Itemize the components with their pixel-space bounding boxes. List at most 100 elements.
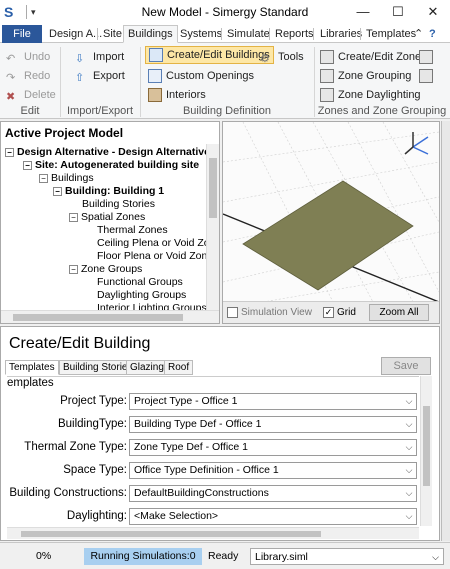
tree-node[interactable]: − Site: Autogenerated building site bbox=[23, 159, 199, 172]
orientation-gizmo-icon[interactable] bbox=[404, 132, 429, 155]
form-row: Space Type: Office Type Definition - Off… bbox=[7, 462, 419, 480]
tree-vertical-scrollbar[interactable] bbox=[206, 144, 219, 310]
gear-icon: ⚙ bbox=[260, 53, 270, 65]
chevron-down-icon[interactable]: ⌵ bbox=[432, 549, 439, 566]
tree-node[interactable]: Building Stories bbox=[82, 198, 155, 211]
zoom-all-button[interactable]: Zoom All bbox=[369, 304, 429, 321]
redo-button[interactable]: ↷ Redo bbox=[6, 67, 50, 85]
subtab-glazing[interactable]: Glazing bbox=[126, 360, 168, 375]
tree-node[interactable]: − Design Alternative - Design Alternative… bbox=[5, 146, 207, 159]
chevron-down-icon[interactable]: ⌵ bbox=[402, 463, 416, 478]
checkbox-checked[interactable]: ✓ bbox=[323, 307, 334, 318]
tree-node[interactable]: Ceiling Plena or Void Zon bbox=[97, 237, 207, 250]
interiors-button[interactable]: Interiors bbox=[148, 86, 206, 104]
project-type-select[interactable]: Project Type - Office 1 ⌵ bbox=[129, 393, 417, 410]
chevron-down-icon[interactable]: ⌵ bbox=[402, 440, 416, 455]
import-button[interactable]: ⇩ Import bbox=[75, 48, 124, 66]
building-constructions-select[interactable]: DefaultBuildingConstructions ⌵ bbox=[129, 485, 417, 502]
export-button[interactable]: ⇧ Export bbox=[75, 67, 125, 85]
create-edit-zones-button[interactable]: Create/Edit Zones bbox=[320, 48, 427, 66]
grid-icon bbox=[419, 50, 433, 64]
scroll-thumb[interactable] bbox=[209, 158, 217, 218]
tab-file[interactable]: File bbox=[2, 25, 42, 43]
tab-reports[interactable]: Reports bbox=[270, 25, 319, 43]
chevron-down-icon[interactable]: ⌵ bbox=[402, 509, 416, 524]
grid-checkbox[interactable]: ✓ Grid bbox=[323, 307, 356, 318]
collapse-icon[interactable]: − bbox=[53, 186, 62, 196]
form-horizontal-scrollbar[interactable] bbox=[7, 527, 419, 539]
tree-node[interactable]: Daylighting Groups bbox=[97, 289, 186, 302]
form-row: Building Constructions: DefaultBuildingC… bbox=[7, 485, 419, 503]
tree-node[interactable]: Floor Plena or Void Zone bbox=[97, 250, 207, 263]
form-row: Daylighting: <Make Selection> ⌵ bbox=[7, 508, 419, 526]
collapse-icon[interactable]: − bbox=[5, 147, 14, 157]
chevron-down-icon[interactable]: ⌵ bbox=[402, 394, 416, 409]
group-separator bbox=[314, 47, 315, 117]
chevron-down-icon[interactable]: ⌵ bbox=[402, 417, 416, 432]
zones-extra-icon-1[interactable] bbox=[419, 48, 437, 66]
help-icon[interactable]: ? bbox=[428, 25, 437, 43]
group-separator bbox=[60, 47, 61, 117]
building-type-select[interactable]: Building Type Def - Office 1 ⌵ bbox=[129, 416, 417, 433]
tab-systems[interactable]: Systems bbox=[175, 25, 227, 43]
running-simulations-status: Running Simulations:0 bbox=[84, 548, 202, 565]
tree-node[interactable]: − Buildings bbox=[39, 172, 94, 185]
scroll-thumb[interactable] bbox=[21, 531, 321, 537]
maximize-icon[interactable]: ☐ bbox=[381, 0, 415, 24]
chevron-down-icon[interactable]: ⌵ bbox=[402, 486, 416, 501]
zone-daylighting-button[interactable]: Zone Daylighting bbox=[320, 86, 421, 104]
field-label: Daylighting: bbox=[66, 510, 127, 522]
library-select[interactable]: Library.siml ⌵ bbox=[250, 548, 444, 565]
custom-openings-button[interactable]: Custom Openings bbox=[148, 67, 254, 85]
undo-button[interactable]: ↶ Undo bbox=[6, 48, 50, 66]
quick-access-dropdown-icon[interactable]: ▾ bbox=[31, 7, 36, 18]
save-button[interactable]: Save bbox=[381, 357, 431, 375]
tree-node[interactable]: − Zone Groups bbox=[69, 263, 142, 276]
section-heading: emplates bbox=[7, 377, 54, 389]
panel-title: Create/Edit Building bbox=[9, 335, 151, 352]
tab-buildings[interactable]: Buildings bbox=[123, 25, 178, 43]
daylighting-select[interactable]: <Make Selection> ⌵ bbox=[129, 508, 417, 525]
view-toolbar: Simulation View ✓ Grid Zoom All bbox=[223, 301, 439, 323]
tools-button[interactable]: ⚙ Tools bbox=[260, 48, 304, 66]
field-label: Thermal Zone Type: bbox=[24, 441, 127, 453]
zone-daylighting-icon bbox=[320, 88, 334, 102]
tab-simulate[interactable]: Simulate bbox=[222, 25, 275, 43]
minimize-icon[interactable]: — bbox=[346, 0, 380, 24]
thermal-zone-type-select[interactable]: Zone Type Def - Office 1 ⌵ bbox=[129, 439, 417, 456]
group-label-import-export: Import/Export bbox=[66, 105, 134, 117]
model-canvas[interactable] bbox=[223, 122, 439, 303]
simulation-view-checkbox[interactable]: Simulation View bbox=[227, 307, 312, 318]
buildings-icon bbox=[149, 48, 163, 62]
checkbox-unchecked[interactable] bbox=[227, 307, 238, 318]
tree-horizontal-scrollbar[interactable] bbox=[1, 310, 219, 323]
collapse-icon[interactable]: − bbox=[69, 212, 78, 222]
collapse-icon[interactable]: − bbox=[69, 264, 78, 274]
project-tree: − Design Alternative - Design Alternative… bbox=[1, 144, 207, 310]
create-edit-buildings-button[interactable]: Create/Edit Buildings bbox=[145, 46, 274, 64]
zones-extra-icon-2[interactable] bbox=[419, 67, 437, 85]
scroll-thumb[interactable] bbox=[423, 406, 430, 486]
tree-node[interactable]: Interior Lighting Groups bbox=[97, 302, 207, 310]
subtab-templates[interactable]: Templates bbox=[5, 360, 59, 375]
delete-button[interactable]: ✖ Delete bbox=[6, 86, 56, 104]
tree-node[interactable]: − Spatial Zones bbox=[69, 211, 145, 224]
zone-grouping-button[interactable]: Zone Grouping bbox=[320, 67, 411, 85]
view-3d[interactable]: Simulation View ✓ Grid Zoom All bbox=[222, 121, 440, 324]
tree-node[interactable]: − Building: Building 1 bbox=[53, 185, 164, 198]
field-label: Project Type: bbox=[60, 395, 127, 407]
tree-node[interactable]: Functional Groups bbox=[97, 276, 183, 289]
close-icon[interactable]: ✕ bbox=[416, 0, 450, 24]
space-type-select[interactable]: Office Type Definition - Office 1 ⌵ bbox=[129, 462, 417, 479]
collapse-icon[interactable]: − bbox=[39, 173, 48, 183]
collapse-ribbon-icon[interactable]: ⌃ bbox=[413, 25, 424, 43]
collapse-icon[interactable]: − bbox=[23, 160, 32, 170]
scroll-thumb[interactable] bbox=[13, 314, 183, 321]
subtab-roof[interactable]: Roof bbox=[164, 360, 194, 375]
subtab-building-stories[interactable]: Building Stories bbox=[59, 360, 137, 375]
building-floor[interactable] bbox=[242, 180, 414, 291]
title-bar: S ▾ New Model - Simergy Standard — ☐ ✕ bbox=[0, 0, 450, 24]
tree-node[interactable]: Thermal Zones bbox=[97, 224, 168, 237]
form-vertical-scrollbar[interactable] bbox=[420, 376, 432, 526]
tab-divider bbox=[313, 28, 314, 40]
